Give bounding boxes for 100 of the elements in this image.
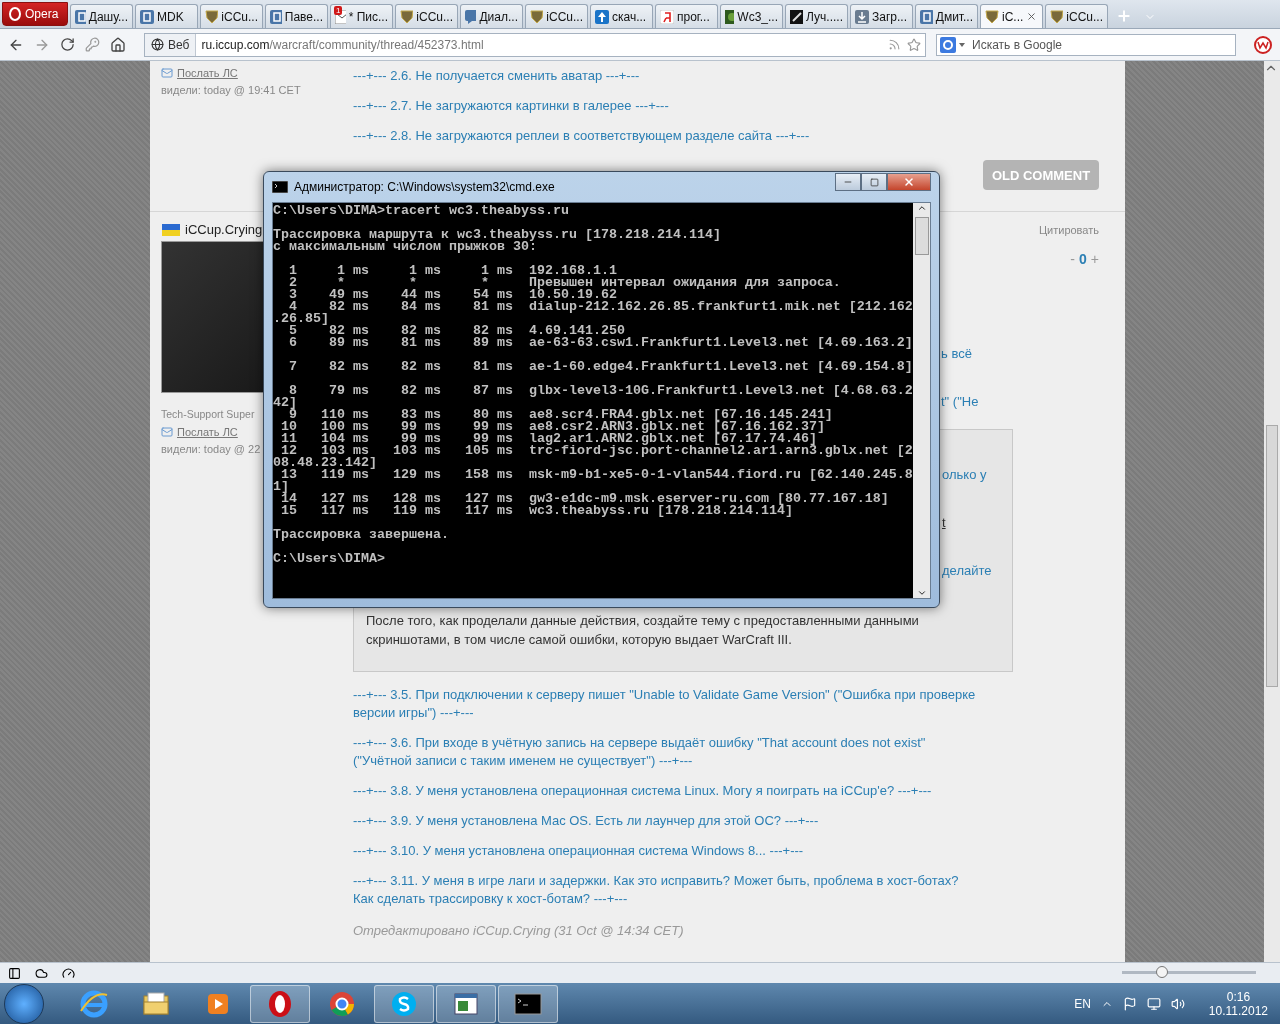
rss-icon[interactable] [888,38,901,51]
opera-logo-icon [9,7,21,21]
language-indicator[interactable]: EN [1074,996,1091,1011]
topic-link[interactable]: ---+--- 3.11. У меня в игре лаги и задержки. Как это исправить? Может быть, проблема в хост-ботах? Как сделать трассировку к хост-ботам? ---+--- [353,872,981,908]
close-button[interactable] [887,173,931,191]
browser-tab[interactable]: Паве... [265,4,328,28]
download-icon [855,9,869,24]
console-scrollbar[interactable] [913,203,930,598]
minimize-button[interactable] [835,173,861,191]
browser-tab[interactable]: прог... [655,4,718,28]
console-line: 8 79 ms 82 ms 87 ms glbx-level3-10G.Frankfurt1.Level3.net [4.68.63.2 [289,385,913,397]
browser-tab[interactable]: iCCu... [395,4,458,28]
clock[interactable]: 0:16 10.11.2012 [1208,989,1268,1018]
send-message-link[interactable]: Послать ЛС [161,67,238,79]
browser-tab[interactable]: Диал... [460,4,523,28]
gauge-icon[interactable] [62,966,75,980]
bookmark-star-icon[interactable] [907,37,921,52]
network-icon[interactable] [1146,996,1161,1011]
topic-link[interactable]: ---+--- 3.9. У меня установлена Mac OS. Есть ли лаунчер для этой ОС? ---+--- [353,812,981,830]
shield-icon [400,9,414,24]
scroll-up-icon[interactable] [916,203,927,213]
last-seen-text: видели: today @ 22 [161,443,261,455]
scroll-thumb[interactable] [1266,425,1278,687]
close-icon[interactable] [1026,11,1038,22]
taskbar-app[interactable] [436,984,496,1023]
browser-tab[interactable]: Wc3_... [720,4,783,28]
vk-logo-icon [75,9,86,24]
topic-link[interactable]: ---+--- 3.6. При входе в учётную запись на сервере выдаёт ошибку "That account does not exist" ("Учётной записи с таким именем не существует") ---+--- [353,734,981,770]
search-engine-icon[interactable] [940,36,966,53]
console-line: Трассировка маршрута к wc3.theabyss.ru [178.218.214.114] [273,229,721,241]
console-line: 11 104 ms 99 ms 99 ms lag2.ar1.ARN2.gblx.net [67.17.74.46] [280,433,817,445]
volume-icon[interactable] [1170,996,1185,1011]
scope-label: Веб [168,37,190,52]
flag-icon[interactable] [1122,996,1137,1011]
console-line: 1] [273,481,289,493]
console-line: 3 49 ms 44 ms 54 ms 10.50.19.62 [288,289,617,301]
home-button[interactable] [110,36,126,53]
console-line: 2 * * * Превышен интервал ожидания для запроса. [288,277,841,289]
chat-icon [465,9,477,24]
console-line: 10 100 ms 99 ms 99 ms ae8.csr2.ARN3.gblx.net [67.16.162.37] [280,421,825,433]
link-fragment[interactable]: t [942,514,946,532]
instruction-paragraph: После того, как проделали данные действия, создайте тему с предоставленными данными скриншотами, в том числе самой ошибки, которую выдает WarCraft III. [366,612,920,649]
reload-button[interactable] [60,37,75,52]
zoom-slider-thumb[interactable] [1156,966,1169,978]
opera-menu-button[interactable]: Opera [2,2,68,26]
globe-icon [151,38,164,51]
console-line: 5 82 ms 82 ms 82 ms 4.69.141.250 [289,325,625,337]
browser-tab[interactable]: 1 * Пис... [330,4,393,28]
browser-tab[interactable]: Луч..... [785,4,848,28]
address-field[interactable]: Веб ru.iccup.com/warcraft/community/thread/452373.html [144,32,926,57]
browser-tab[interactable]: iCCu... [525,4,588,28]
search-bar[interactable]: Искать в Google [936,33,1236,56]
extension-icon[interactable] [1254,35,1272,54]
browser-tab[interactable]: MDK [135,4,198,28]
author-name[interactable]: iCCup.Crying [185,222,263,237]
text-fragment: ь всё [941,345,972,363]
key-button[interactable] [85,37,100,52]
scroll-down-icon[interactable] [916,588,927,598]
taskbar-app[interactable] [250,984,310,1023]
shield-icon [205,9,219,24]
topic-link[interactable]: ---+--- 2.7. Не загружаются картинки в галерее ---+--- [353,97,981,115]
browser-tab[interactable]: iCCu... [200,4,263,28]
panel-icon[interactable] [8,966,21,980]
shield-icon [1050,9,1064,24]
key-icon [85,37,100,52]
console-line: 42] [273,397,297,409]
send-message-link[interactable]: Послать ЛС [161,426,238,438]
console-line: 13 119 ms 129 ms 158 ms msk-m9-b1-xe5-0-1-vlan544.fiord.ru [62.140.245.8 [281,469,913,481]
clock-time: 0:16 [1226,989,1251,1004]
yandex-logo-icon [660,9,674,24]
browser-tab[interactable]: iC... [980,4,1043,28]
browser-tab[interactable]: скач... [590,4,653,28]
browser-tab[interactable]: Дашу... [70,4,133,28]
browser-tab[interactable]: iCCu... [1045,4,1108,28]
reload-icon [60,37,75,52]
topic-link[interactable]: ---+--- 2.8. Не загружаются реплеи в соответствующем разделе сайта ---+--- [353,127,981,145]
browser-tab[interactable]: Загр... [850,4,913,28]
boxed-text-fragment: делайте [942,562,992,580]
browser-tab[interactable]: Дмит... [915,4,978,28]
topic-link[interactable]: ---+--- 3.5. При подключении к серверу пишет "Unable to Validate Game Version" ("Ошибка при проверке версии игры") ---+--- [353,686,981,722]
scroll-thumb[interactable] [914,217,929,255]
upload-arrow-icon [595,9,609,24]
start-button[interactable] [4,983,44,1024]
url-text: ru.iccup.com/warcraft/community/thread/452373.html [200,37,485,52]
search-field[interactable]: Искать в Google [966,34,1235,55]
flag-icon [162,223,180,236]
maximize-icon [869,177,879,187]
cloud-icon[interactable] [35,966,48,980]
console-line: с максимальным числом прыжков 30: [273,241,537,253]
plus-icon [1116,8,1132,24]
maximize-button[interactable] [861,173,887,191]
window-title: Администратор: C:\Windows\system32\cmd.exe [294,180,556,194]
page-scrollbar[interactable] [1264,61,1280,962]
console-line: 7 82 ms 82 ms 81 ms ae-1-60.edge4.Frankfurt1.Level3.net [4.69.154.8] [288,361,913,373]
topic-link[interactable]: ---+--- 3.10. У меня установлена операционная система Windows 8... ---+--- [353,842,981,860]
taskbar-app[interactable] [498,984,558,1023]
topic-link[interactable]: ---+--- 2.6. Не получается сменить аватар ---+--- [353,67,981,85]
topic-link[interactable]: ---+--- 3.8. У меня установлена операционная система Linux. Могу я поиграть на iCCup'e? ---+--- [353,782,981,800]
close-icon [903,176,915,188]
console-line: 9 110 ms 83 ms 80 ms ae8.scr4.FRA4.gblx.net [67.16.145.241] [289,409,833,421]
